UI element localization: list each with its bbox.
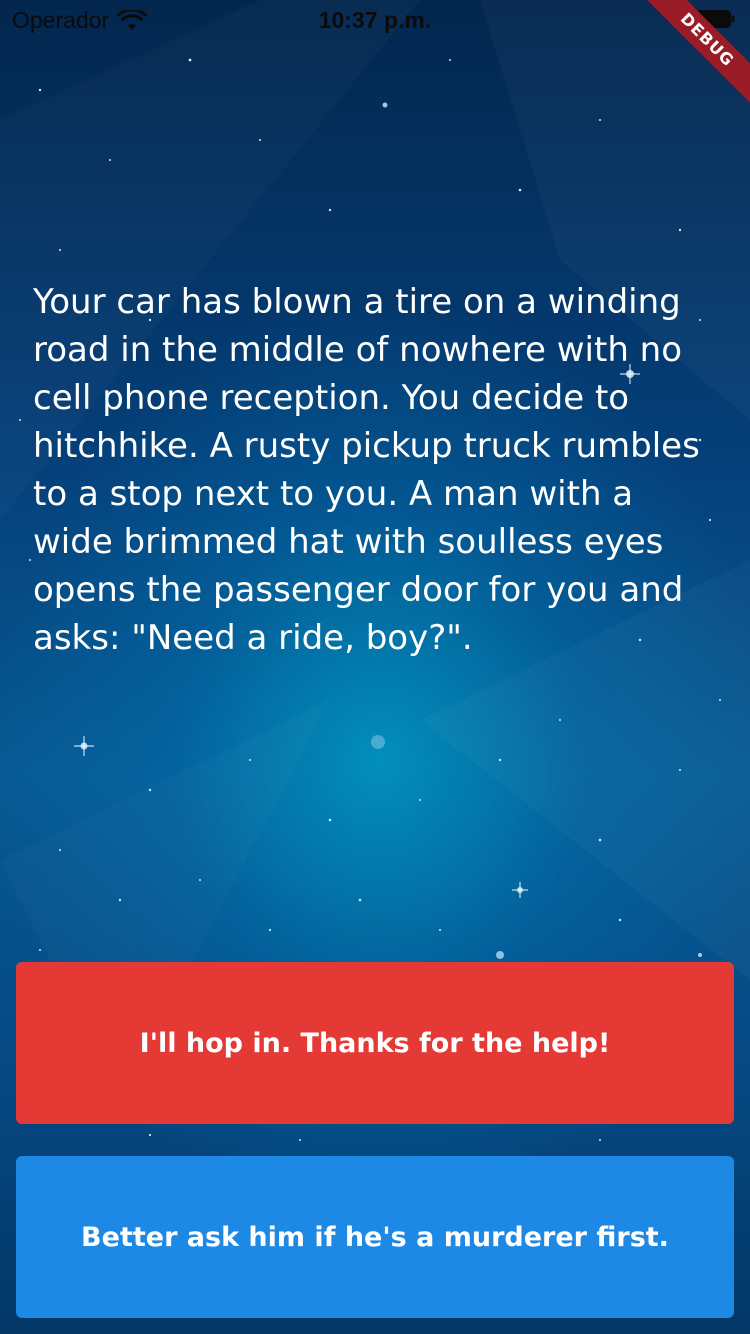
story-text: Your car has blown a tire on a winding r… (33, 282, 700, 658)
choice-1-button[interactable]: I'll hop in. Thanks for the help! (16, 962, 734, 1124)
starfield-background (19, 58, 721, 1141)
status-time: 10:37 p.m. (318, 7, 432, 33)
status-bar: Operador 10:37 p.m. (0, 0, 750, 40)
choice-2-button[interactable]: Better ask him if he's a murderer first. (16, 1156, 734, 1318)
